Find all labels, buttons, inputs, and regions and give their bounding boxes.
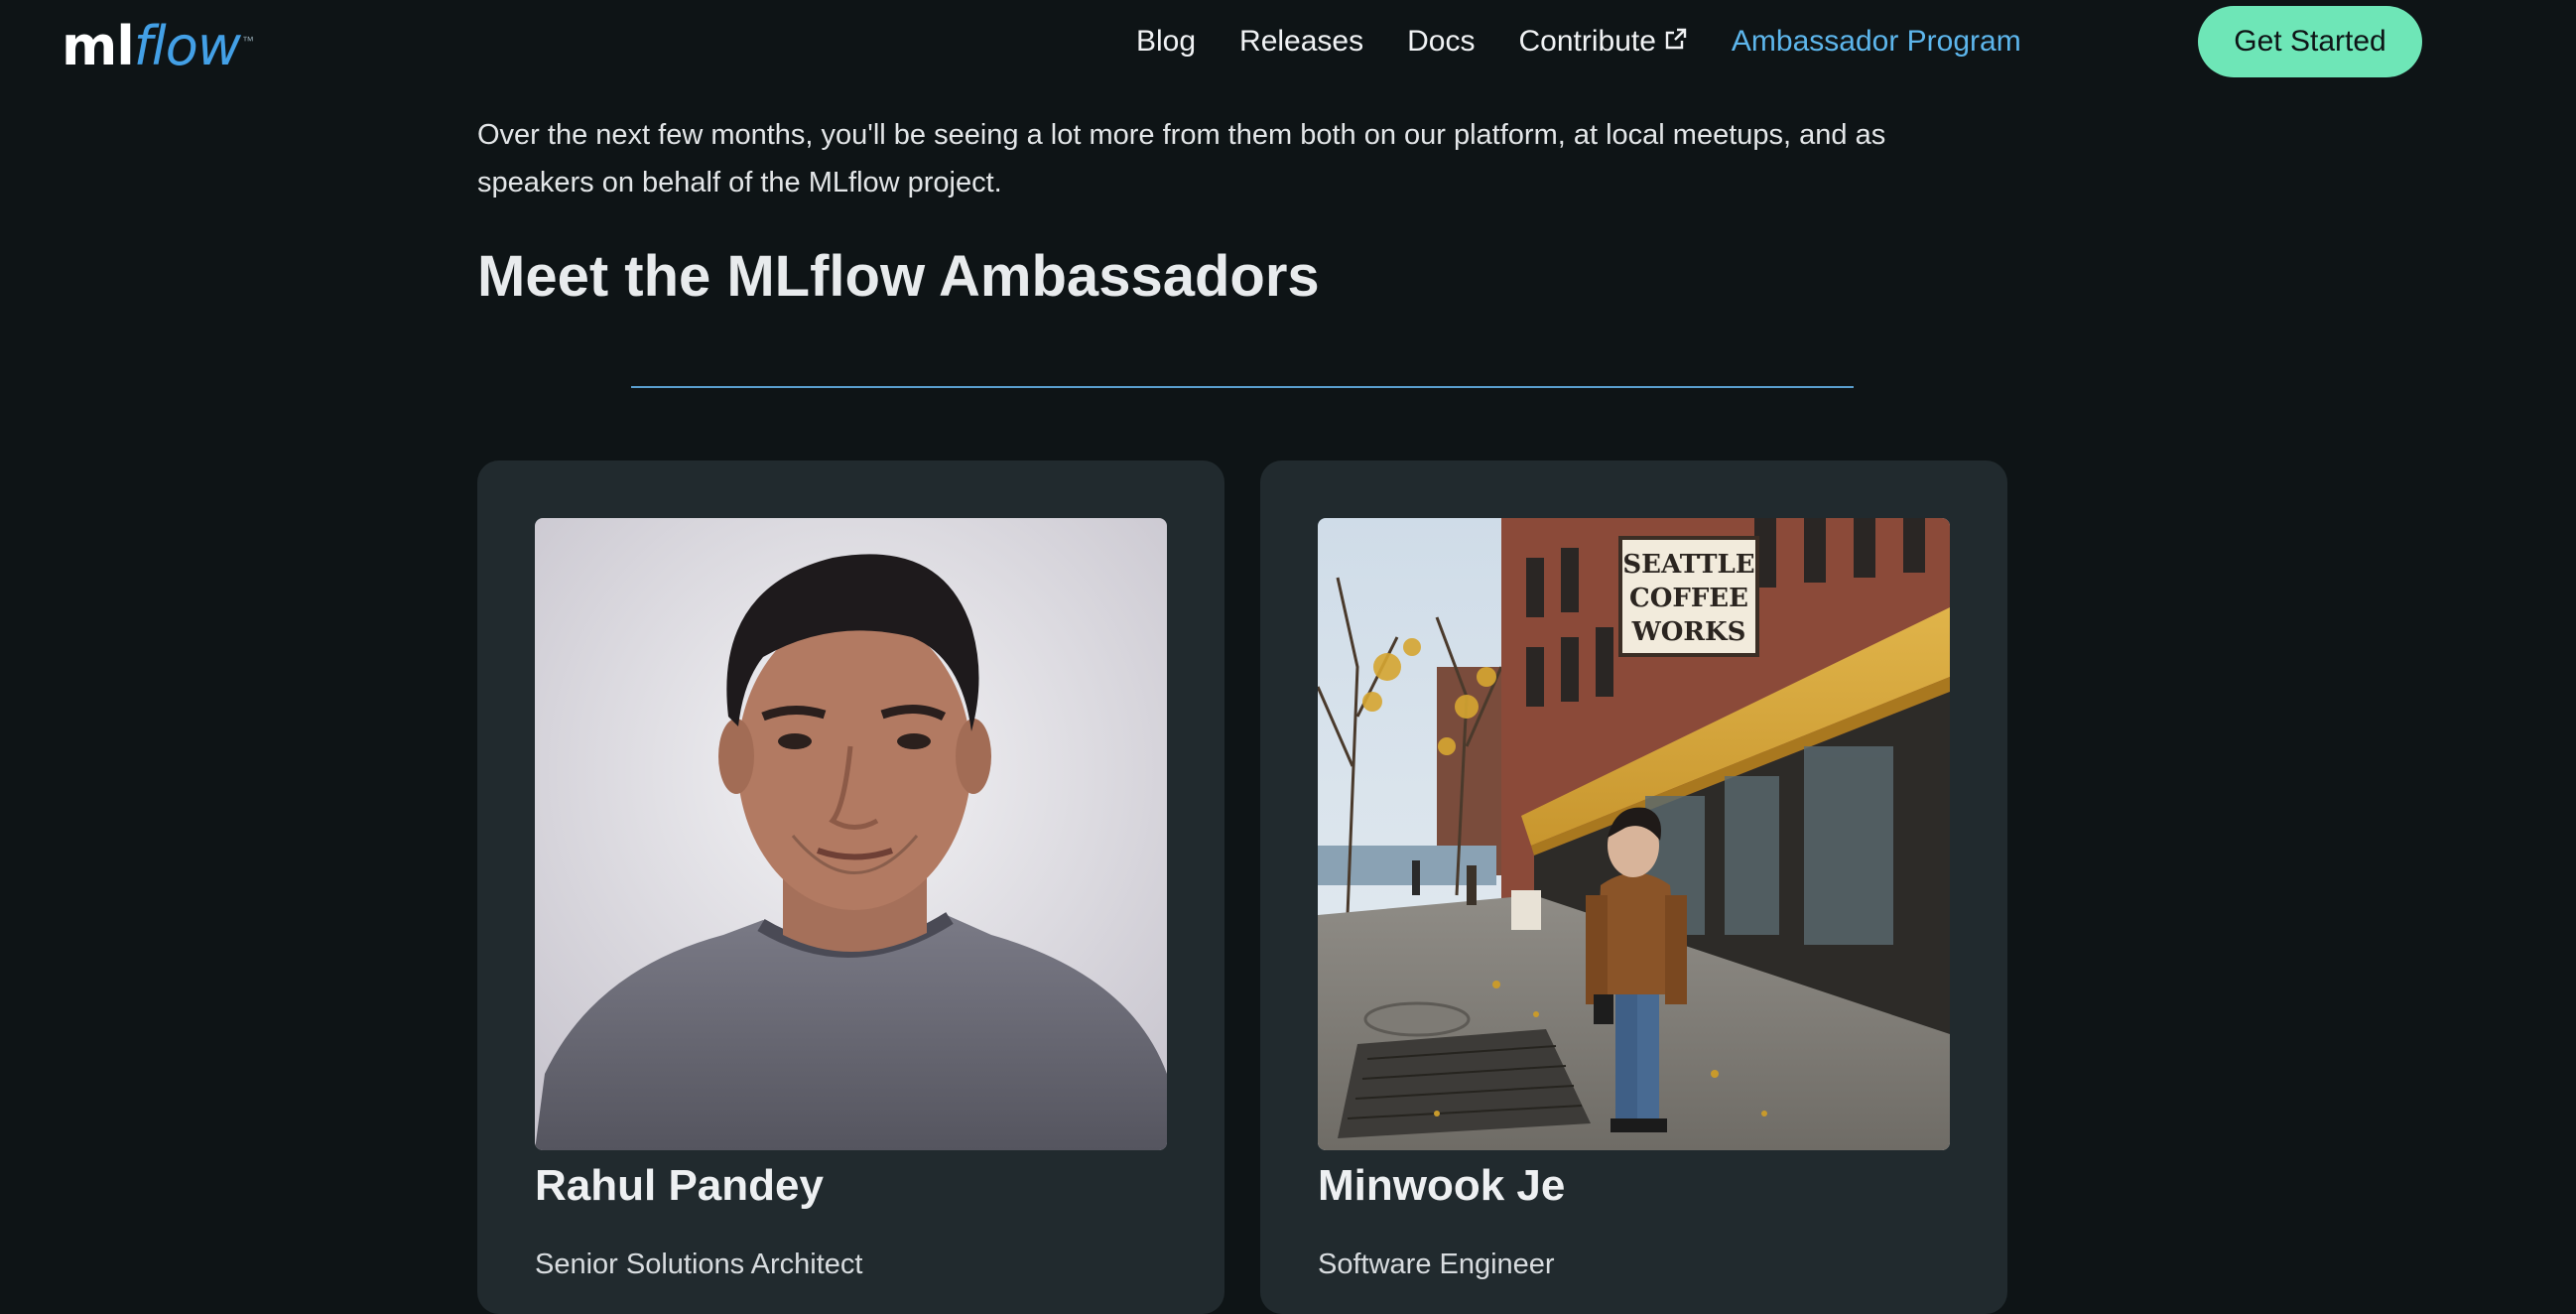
nav-blog[interactable]: Blog [1136, 25, 1196, 59]
sign-text-line: WORKS [1631, 617, 1746, 647]
logo-ml-text: ml [62, 15, 135, 77]
ambassador-photo: SEATTLE COFFEE WORKS [1318, 518, 1950, 1150]
nav-contribute-label: Contribute [1518, 25, 1656, 58]
ambassador-photo [535, 518, 1167, 1150]
ambassador-card: Rahul Pandey Senior Solutions Architect [477, 460, 1224, 1314]
nav-docs[interactable]: Docs [1407, 25, 1475, 59]
mlflow-logo[interactable]: ml flow ™ [62, 8, 254, 77]
ambassador-name: Rahul Pandey [535, 1161, 824, 1210]
ambassador-role: Software Engineer [1318, 1248, 1555, 1280]
intro-paragraph: Over the next few months, you'll be seei… [477, 119, 1886, 198]
section-divider [631, 386, 1854, 388]
site-header: ml flow ™ Blog Releases Docs Contribute … [0, 0, 2576, 85]
main-nav: Blog Releases Docs Contribute Ambassador… [1136, 0, 2021, 83]
nav-releases[interactable]: Releases [1239, 25, 1363, 59]
ambassador-card: SEATTLE COFFEE WORKS Minwook Je Software… [1260, 460, 2007, 1314]
external-link-icon [1664, 25, 1688, 50]
logo-trademark: ™ [242, 34, 254, 48]
section-title: Meet the MLflow Ambassadors [477, 244, 1320, 309]
get-started-button[interactable]: Get Started [2198, 6, 2422, 77]
sign-text-line: COFFEE [1629, 584, 1748, 613]
ambassador-name: Minwook Je [1318, 1161, 1566, 1210]
logo-flow-text: flow [133, 15, 241, 77]
nav-ambassador-program[interactable]: Ambassador Program [1732, 25, 2021, 59]
ambassador-role: Senior Solutions Architect [535, 1248, 863, 1280]
nav-contribute[interactable]: Contribute [1518, 25, 1687, 59]
article-body: Over the next few months, you'll be seei… [477, 111, 2009, 206]
sign-text-line: SEATTLE [1622, 550, 1754, 580]
